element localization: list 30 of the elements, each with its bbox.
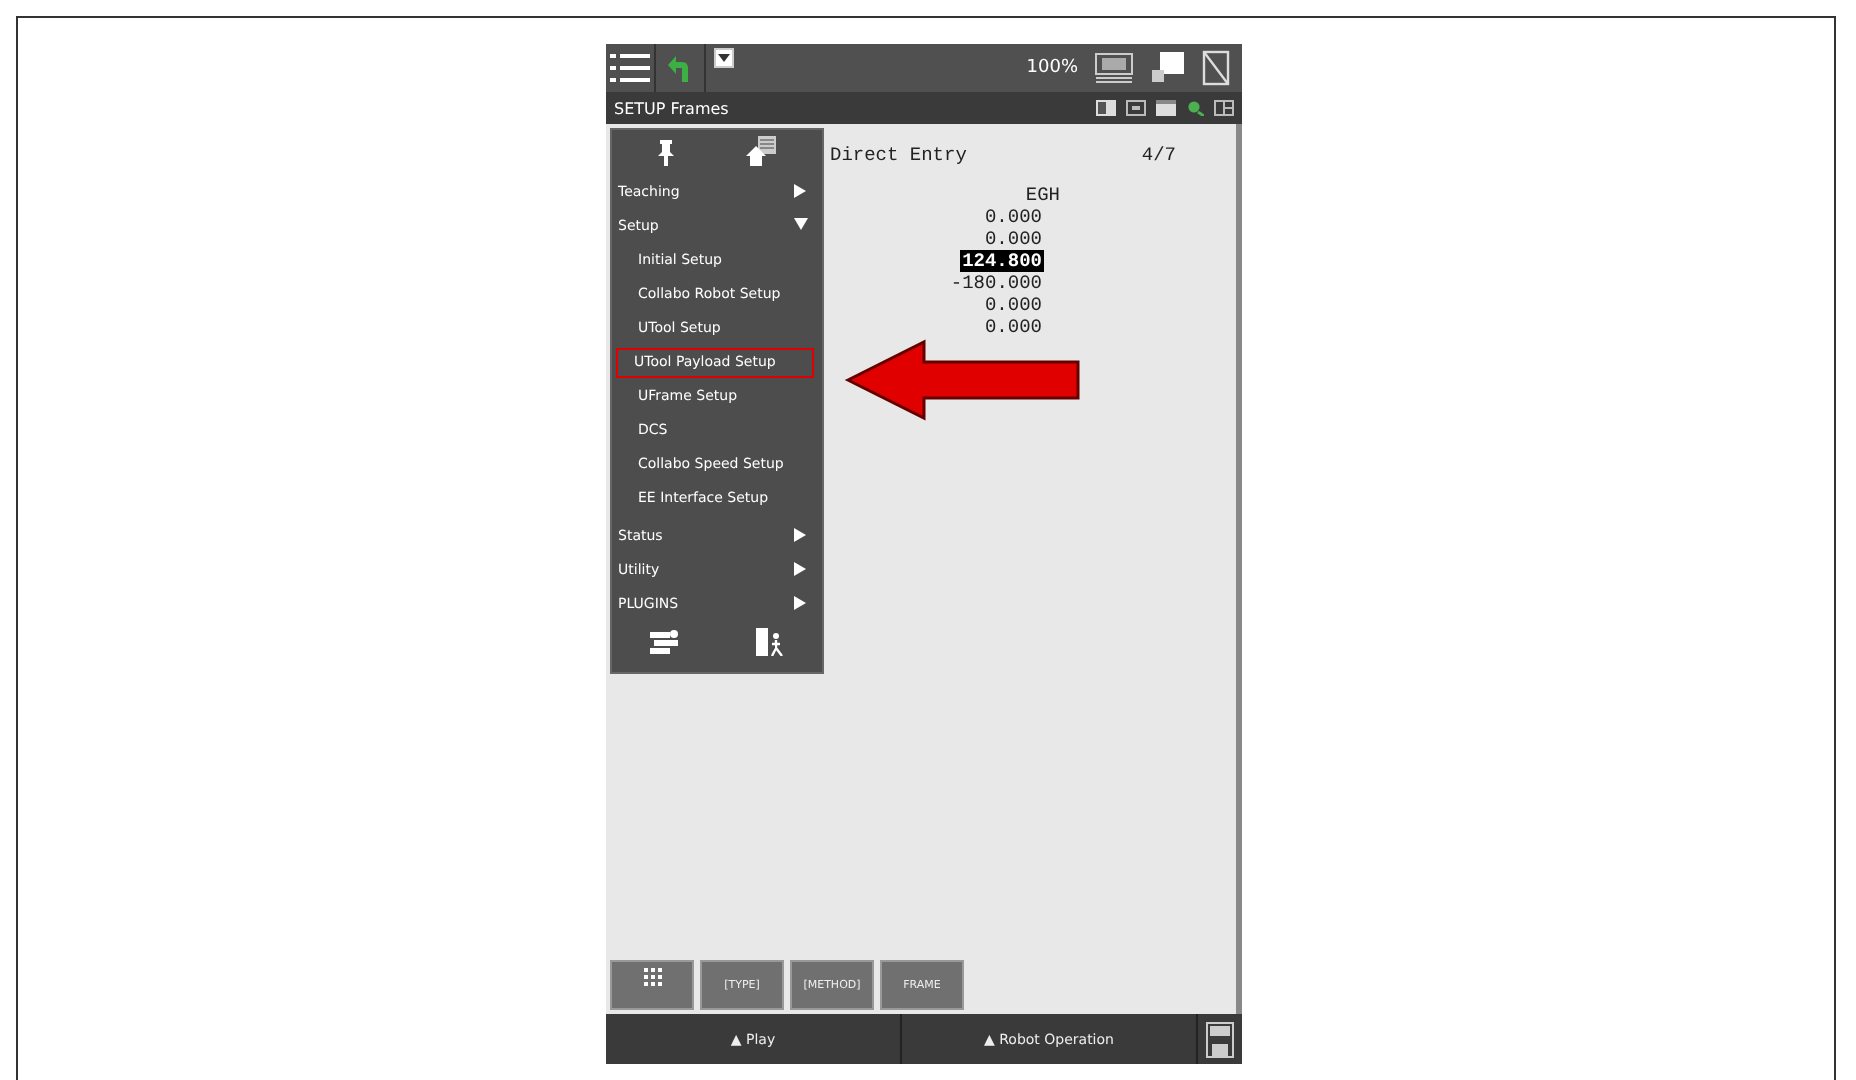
direct-entry-label: Direct Entry	[830, 144, 967, 166]
zoom-level: 100%	[1026, 58, 1078, 78]
auto-mode-icon	[1094, 52, 1134, 84]
value-field[interactable]: 0.000	[982, 228, 1044, 250]
fn-icon[interactable]	[1126, 100, 1146, 116]
keyboard-icon[interactable]	[650, 628, 679, 656]
column-header: EGH	[1025, 184, 1060, 206]
value-field[interactable]: 0.000	[982, 316, 1044, 338]
screen-icon	[1150, 50, 1186, 86]
window-icon[interactable]	[1156, 100, 1176, 116]
grid-button[interactable]	[610, 960, 694, 1010]
exit-door-icon[interactable]	[755, 628, 784, 656]
dropdown-icon[interactable]	[714, 48, 734, 68]
no-device-icon	[1202, 50, 1230, 86]
undo-arrow-icon[interactable]	[666, 52, 694, 84]
value-field[interactable]: 0.000	[982, 206, 1044, 228]
floppy-icon	[1206, 1021, 1234, 1057]
value-field[interactable]: 0.000	[982, 294, 1044, 316]
page-counter: 4/7	[1141, 144, 1176, 166]
home-list-icon[interactable]	[746, 136, 778, 168]
panel-icon[interactable]	[1096, 100, 1116, 116]
grid-icon	[643, 968, 661, 986]
search-icon[interactable]	[1186, 100, 1204, 116]
pin-icon[interactable]	[656, 138, 676, 166]
screen-title: SETUP Frames	[614, 99, 729, 117]
menu-icon[interactable]	[610, 52, 650, 84]
value-field[interactable]: 124.800	[960, 250, 1044, 272]
layout-icon[interactable]	[1214, 100, 1234, 116]
value-field[interactable]: -180.000	[948, 272, 1044, 294]
callout-arrow-icon	[844, 338, 1084, 422]
